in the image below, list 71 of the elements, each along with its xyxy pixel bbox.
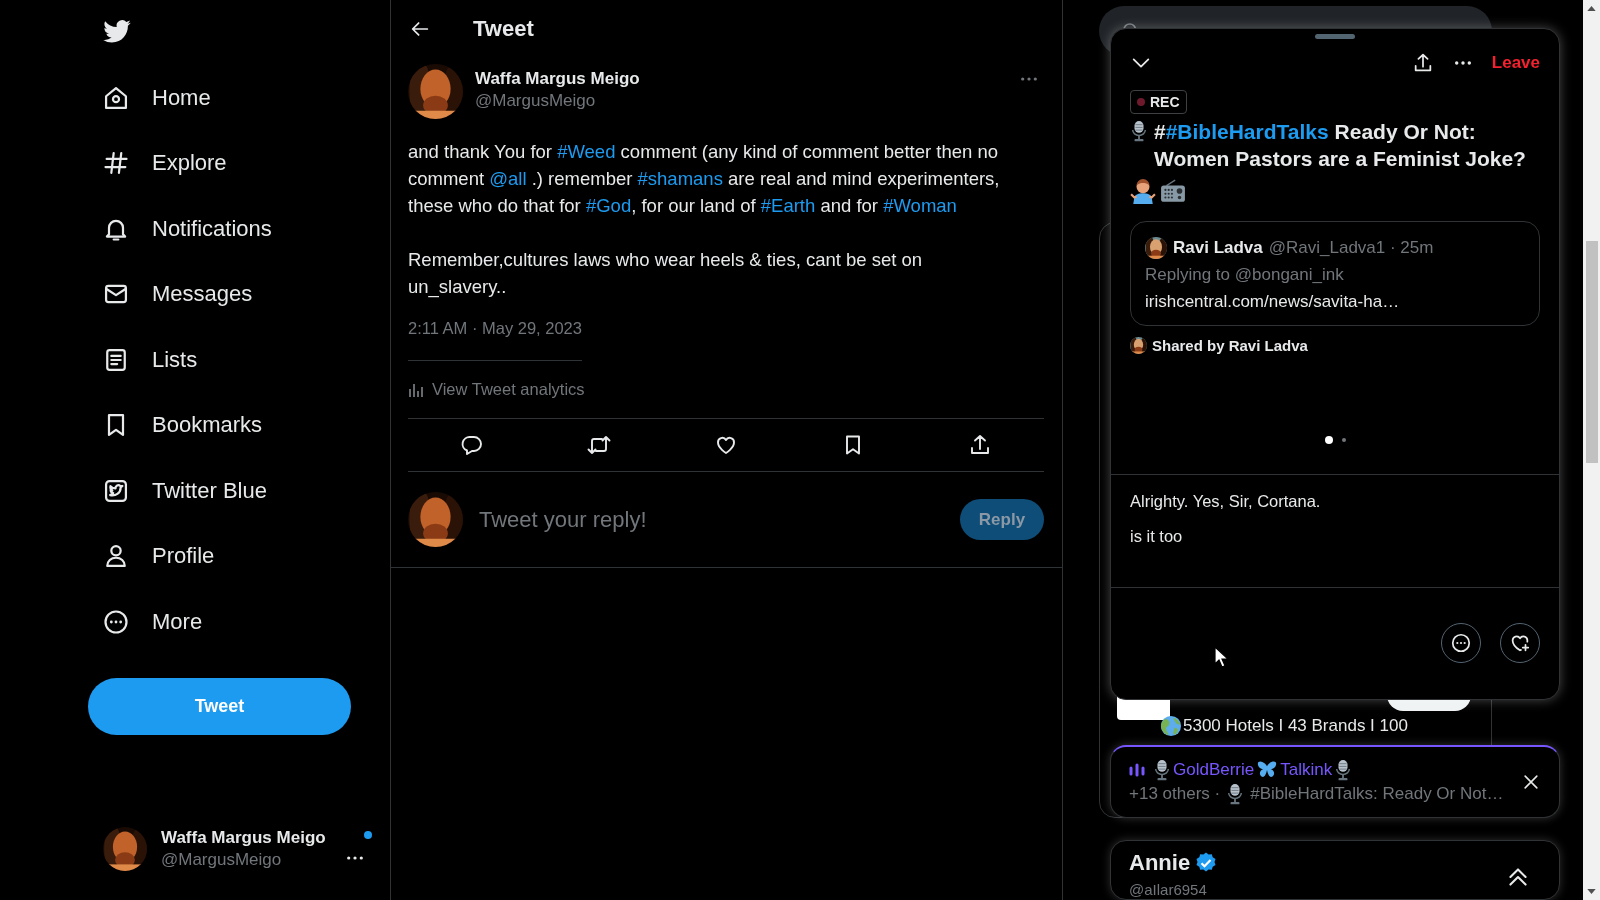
- reply-field[interactable]: Tweet your reply!: [477, 505, 960, 534]
- hashtag-link[interactable]: #BibleHardTalks: [1165, 120, 1329, 143]
- space-title: #BibleHardTalks: Ready Or Not…: [1250, 784, 1504, 804]
- chat-dots-icon: [1450, 632, 1472, 654]
- shared-by-text: Shared by Ravi Ladva: [1152, 336, 1308, 354]
- more-icon: [102, 607, 130, 636]
- drag-handle[interactable]: [1315, 34, 1355, 39]
- author-name[interactable]: Waffa Margus Meigo: [475, 68, 640, 90]
- listener-count: +13 others ·: [1129, 784, 1221, 804]
- bar-chart-icon: [408, 381, 424, 398]
- author-handle[interactable]: @MargusMeigo: [475, 90, 596, 112]
- hashtag-link[interactable]: #God: [585, 195, 632, 216]
- scroll-thumb[interactable]: [1585, 241, 1598, 463]
- carousel-dot[interactable]: [1341, 438, 1346, 442]
- react-button[interactable]: [1500, 623, 1540, 663]
- account-name: Waffa Margus Meigo: [161, 827, 326, 849]
- microphone-icon: [1130, 120, 1148, 142]
- nav-item[interactable]: Home: [88, 65, 211, 131]
- nav-item[interactable]: Profile: [88, 523, 215, 589]
- nav-item[interactable]: Bookmarks: [88, 392, 263, 458]
- host-name: Talkink: [1280, 760, 1333, 780]
- tweet-text: and thank You for #Weed comment (any kind of comment better then no comment @all .) remember #shamans are real and mind experimenters, these who do that for #God, for our land of #Earth and for #Woman: [408, 140, 1001, 218]
- microphone-icon: [1334, 759, 1353, 781]
- hashtag-link[interactable]: #Earth: [760, 195, 816, 216]
- hashtag-link[interactable]: #shamans: [637, 168, 723, 189]
- page-title: Tweet: [473, 16, 534, 42]
- analytics-link[interactable]: View Tweet analytics: [408, 380, 585, 399]
- close-icon[interactable]: [1521, 772, 1541, 792]
- scroll-up-icon[interactable]: [1587, 6, 1596, 11]
- link-text: irishcentral.com/news/savita-ha…: [1145, 291, 1400, 313]
- more-icon[interactable]: [1453, 60, 1472, 66]
- nav-item[interactable]: Explore: [88, 130, 227, 196]
- microphone-icon: [1226, 783, 1245, 805]
- cursor-icon: [1214, 646, 1228, 668]
- reaction-button[interactable]: [1441, 623, 1481, 663]
- recording-badge: REC: [1130, 90, 1187, 114]
- profile-name: Annie: [1129, 849, 1191, 877]
- microphone-icon: [1153, 759, 1171, 781]
- nav-item[interactable]: Messages: [88, 261, 253, 327]
- author-handle: @Ravi_Ladva1 · 25m: [1268, 237, 1434, 258]
- retweet-icon[interactable]: [586, 433, 611, 457]
- more-icon[interactable]: [345, 855, 364, 861]
- space-mini-bar[interactable]: GoldBerrie Talkink +13 others · #BibleHardTalks: Ready Or Not…: [1110, 745, 1560, 818]
- person-icon: [1130, 178, 1156, 204]
- replying-text: Replying to @bongani_ink: [1145, 264, 1344, 286]
- globe-icon: [1160, 715, 1182, 737]
- nav-item[interactable]: Twitter Blue: [88, 458, 267, 524]
- nav-item[interactable]: More: [88, 589, 203, 655]
- scrollbar[interactable]: [1583, 0, 1600, 900]
- hashtag-link[interactable]: @all: [489, 168, 527, 189]
- profile-handle: @aIlar6954: [1129, 880, 1207, 899]
- timestamp[interactable]: 2:11 AM · May 29, 2023: [408, 318, 582, 361]
- host-name: GoldBerrie: [1173, 760, 1255, 780]
- caption-text: is it too: [1130, 526, 1183, 546]
- carousel-dot[interactable]: [1324, 436, 1333, 444]
- account-handle: @MargusMeigo: [161, 849, 283, 871]
- hashtag-link[interactable]: #Weed: [557, 141, 616, 162]
- hashtag-link[interactable]: #Woman: [883, 195, 957, 216]
- caption-text: Alrighty. Yes, Sir, Cortana.: [1130, 491, 1321, 511]
- account-bio: 5300 Hotels I 43 Brands I 100: [1183, 715, 1408, 737]
- leave-button[interactable]: Leave: [1491, 53, 1540, 73]
- audio-bars-icon: [1129, 762, 1145, 778]
- nav-item[interactable]: Lists: [88, 327, 198, 393]
- space-title: ##BibleHardTalks Ready Or Not: Women Pastors are a Feminist Joke?: [1154, 119, 1527, 172]
- nav-item[interactable]: Notifications: [88, 196, 272, 262]
- tweet-text: Remember,cultures laws who wear heels & ties, cant be set on un_slavery..: [408, 248, 924, 300]
- author-name: Ravi Ladva: [1173, 237, 1263, 258]
- scroll-down-icon[interactable]: [1587, 889, 1596, 894]
- quoted-tweet[interactable]: Ravi Ladva @Ravi_Ladva1 · 25m Replying to @bongani_ink irishcentral.com/news/savita-ha…: [1130, 221, 1540, 326]
- radio-icon: [1160, 178, 1186, 204]
- reply-icon[interactable]: [459, 433, 484, 457]
